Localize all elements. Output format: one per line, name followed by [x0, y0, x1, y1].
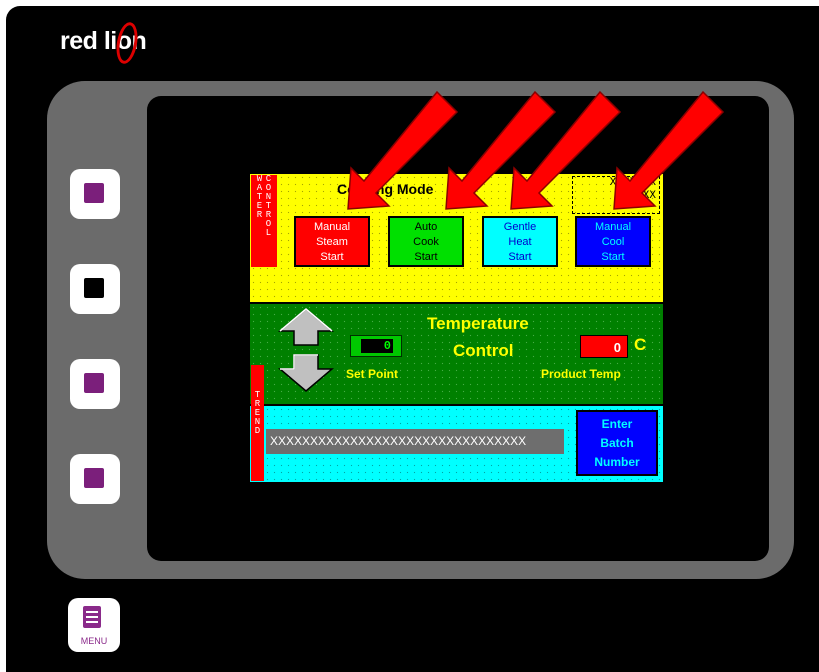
menu-label: MENU: [80, 636, 108, 646]
button-label: Start: [320, 251, 344, 263]
softkey-3-led-icon: [84, 373, 104, 393]
status-line-2: XXXXX: [622, 190, 656, 202]
control-title: Control: [453, 341, 514, 360]
increase-setpoint-arrow-up-icon[interactable]: [276, 307, 336, 347]
trend-tab[interactable]: TREND: [251, 365, 264, 481]
softkey-1[interactable]: [70, 169, 120, 219]
cooking-mode-title: Cooking Mode: [337, 181, 434, 197]
set-point-display[interactable]: 0: [350, 335, 402, 357]
batch-number-field[interactable]: XXXXXXXXXXXXXXXXXXXXXXXXXXXXXXXX: [266, 429, 564, 454]
softkey-4[interactable]: [70, 454, 120, 504]
button-label: Gentle: [503, 221, 537, 233]
status-line-1: XXXXXXX: [609, 177, 656, 189]
button-label: Cook: [413, 236, 439, 248]
menu-icon: [83, 606, 101, 628]
water-tab-label: WATER: [256, 174, 263, 220]
hmi-screen: W A T E RC O N T R O L Cooking Mode XXXXXXX XXXXX …: [249, 173, 665, 484]
button-label: Heat: [508, 236, 532, 248]
button-label: Number: [594, 455, 640, 469]
water-control-tab[interactable]: W A T E RC O N T R O L: [251, 175, 277, 267]
manual-steam-start-button[interactable]: Manual Steam Start: [294, 216, 370, 267]
button-label: Enter: [601, 417, 633, 431]
control-tab-label: CONTROL: [265, 174, 272, 238]
product-temp-unit: C: [634, 335, 647, 354]
softkey-2-led-icon: [84, 278, 104, 298]
auto-cook-start-button[interactable]: Auto Cook Start: [388, 216, 464, 267]
softkey-2[interactable]: [70, 264, 120, 314]
set-point-label: Set Point: [346, 367, 399, 381]
button-label: Start: [508, 251, 532, 263]
button-label: Steam: [316, 236, 348, 248]
softkey-1-led-icon: [84, 183, 104, 203]
button-label: Manual: [594, 221, 632, 233]
button-label: Cool: [601, 236, 625, 248]
button-label: Auto: [414, 221, 438, 233]
temperature-title: Temperature: [427, 314, 529, 333]
set-point-value: 0: [361, 339, 393, 353]
manual-cool-start-button[interactable]: Manual Cool Start: [575, 216, 651, 267]
trend-tab-label: TREND: [254, 390, 261, 436]
product-temp-label: Product Temp: [541, 367, 621, 381]
decrease-setpoint-arrow-down-icon[interactable]: [276, 353, 336, 393]
product-temp-display: 0: [580, 335, 628, 358]
enter-batch-number-button[interactable]: Enter Batch Number: [576, 410, 658, 476]
button-label: Start: [601, 251, 625, 263]
button-label: Start: [414, 251, 438, 263]
button-label: Batch: [600, 436, 634, 450]
button-label: Manual: [313, 221, 351, 233]
menu-button[interactable]: MENU: [68, 598, 120, 652]
status-display: XXXXXXX XXXXX: [572, 176, 660, 214]
softkey-4-led-icon: [84, 468, 104, 488]
softkey-3[interactable]: [70, 359, 120, 409]
gentle-heat-start-button[interactable]: Gentle Heat Start: [482, 216, 558, 267]
